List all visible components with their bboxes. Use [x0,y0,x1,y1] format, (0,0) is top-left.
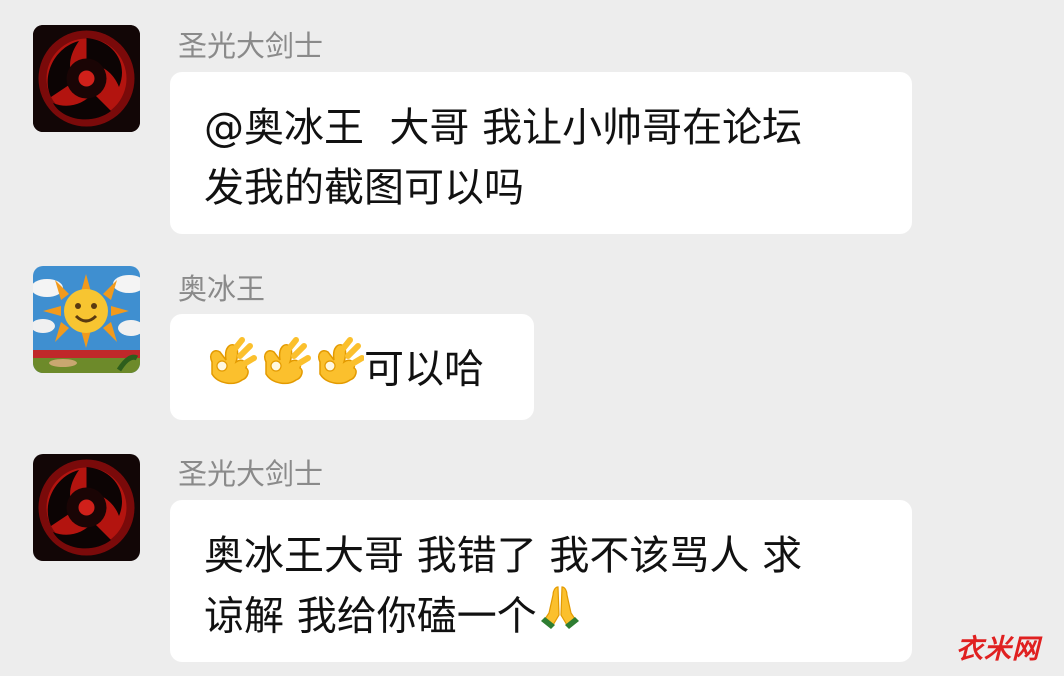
sender-name: 圣光大剑士 [178,29,324,63]
message-line: @奥冰王 大哥 我让小帅哥在论坛 [204,105,803,151]
ok-hand-emoji [204,334,364,403]
message-bubble[interactable]: 奥冰王大哥 我错了 我不该骂人 求 谅解 我给你磕一个 [170,500,912,662]
message-bubble[interactable]: @奥冰王 大哥 我让小帅哥在论坛 发我的截图可以吗 [170,72,912,234]
sender-name: 奥冰王 [178,272,266,306]
folded-hands-emoji [537,583,583,648]
avatar[interactable] [33,454,140,561]
avatar[interactable] [33,266,140,373]
sharingan-icon [33,25,140,132]
sender-name: 圣光大剑士 [178,457,324,491]
watermark-logo: 衣米网 [956,634,1040,665]
message-line: 发我的截图可以吗 [204,165,524,211]
sharingan-icon [33,454,140,561]
sun-mosaic-icon [33,266,140,373]
avatar[interactable] [33,25,140,132]
message-bubble[interactable]: 可以哈 [170,314,534,420]
message-line: 奥冰王大哥 我错了 我不该骂人 求 [204,533,803,579]
message-line: 谅解 我给你磕一个 [204,593,537,640]
message-text: 可以哈 [364,346,484,393]
